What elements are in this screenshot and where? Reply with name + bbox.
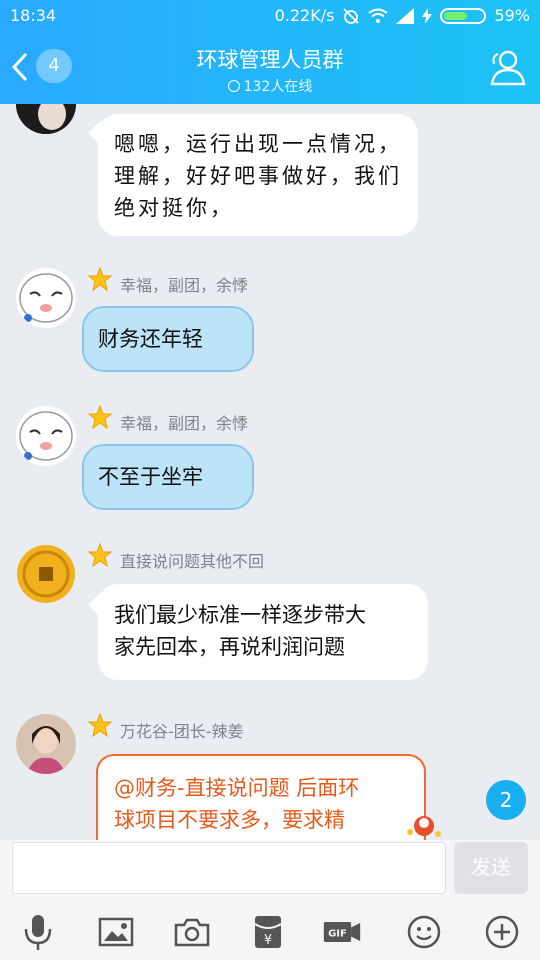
svg-text:¥: ¥ (264, 933, 272, 948)
star-icon (88, 405, 112, 429)
message-bubble[interactable]: 我们最少标准一样逐步带大 家先回本，再说利润问题 (98, 584, 428, 680)
avatar-image (19, 273, 73, 323)
message-bubble[interactable]: 财务还年轻 (82, 306, 254, 372)
message-line: 绝对挺你， (114, 196, 234, 220)
bubble-decoration-icon (407, 816, 441, 837)
message-line: @财务-直接说问题 后面环 (114, 776, 360, 800)
sender-name: 幸福，副团，余悸 (120, 414, 249, 433)
battery-icon (440, 7, 487, 24)
image-icon[interactable] (96, 912, 136, 952)
message-line: 球项目不要求多，要求精 (114, 808, 345, 832)
avatar[interactable] (16, 544, 76, 604)
star-icon (88, 713, 112, 737)
camera-icon[interactable] (172, 912, 212, 952)
avatar-image (19, 411, 73, 461)
message-bubble[interactable]: 嗯嗯，运行出现一点情况， 理解，好好吧事做好，我们 绝对挺你， (98, 114, 418, 236)
avatar[interactable] (16, 714, 76, 774)
status-time: 18:34 (10, 6, 57, 25)
online-count: 132人在线 (0, 76, 540, 96)
message-line: 理解，好好吧事做好，我们 (114, 164, 402, 188)
network-speed: 0.22K/s (274, 6, 335, 25)
alarm-off-icon (343, 7, 360, 24)
avatar[interactable] (16, 268, 76, 328)
plus-icon[interactable] (482, 912, 522, 952)
battery-percent: 59% (494, 6, 530, 25)
message-bubble[interactable]: @财务-直接说问题 后面环 球项目不要求多，要求精 (96, 754, 426, 840)
svg-text:GIF: GIF (328, 929, 347, 940)
star-icon (88, 267, 112, 291)
signal-icon (396, 7, 415, 24)
mic-icon[interactable] (18, 912, 58, 952)
message-bubble[interactable]: 不至于坐牢 (82, 444, 254, 510)
message-input[interactable] (12, 842, 446, 894)
sender-name: 万花谷-团长-辣姜 (120, 722, 244, 741)
avatar-image (17, 545, 75, 603)
status-bar: 18:34 0.22K/s 59% (0, 0, 540, 32)
status-right: 0.22K/s 59% (275, 6, 530, 25)
charging-icon (422, 7, 433, 24)
input-bar: 发送 (0, 840, 540, 900)
chat-area[interactable]: 嗯嗯，运行出现一点情况， 理解，好好吧事做好，我们 绝对挺你， 幸福，副团，余悸… (0, 104, 540, 840)
avatar-image (16, 714, 76, 774)
avatar-image (16, 104, 76, 134)
message-line: 家先回本，再说利润问题 (114, 635, 345, 659)
avatar[interactable] (16, 406, 76, 466)
page-title: 环球管理人员群 (196, 48, 344, 72)
red-packet-icon[interactable]: ¥ (248, 912, 288, 952)
wifi-icon (368, 8, 389, 23)
avatar[interactable] (16, 104, 76, 134)
sender-name: 直接说问题其他不回 (120, 552, 265, 571)
message-line: 我们最少标准一样逐步带大 (114, 603, 366, 627)
new-message-badge[interactable]: 2 (486, 780, 526, 820)
online-text: 132人在线 (243, 79, 313, 95)
group-members-icon[interactable] (486, 48, 526, 86)
message-text: 不至于坐牢 (98, 465, 203, 489)
message-line: 嗯嗯，运行出现一点情况， (114, 132, 402, 156)
gif-icon[interactable]: GIF (322, 912, 362, 952)
online-icon (227, 80, 240, 92)
message-text: 财务还年轻 (98, 327, 203, 351)
star-icon (88, 543, 112, 567)
send-button[interactable]: 发送 (454, 842, 528, 894)
sender-name: 幸福，副团，余悸 (120, 276, 249, 295)
emoji-icon[interactable] (404, 912, 444, 952)
title-bar: 18:34 0.22K/s 59% 4 环球管理人员群 132人在线 (0, 0, 540, 104)
toolbar: ¥ GIF (0, 900, 540, 960)
